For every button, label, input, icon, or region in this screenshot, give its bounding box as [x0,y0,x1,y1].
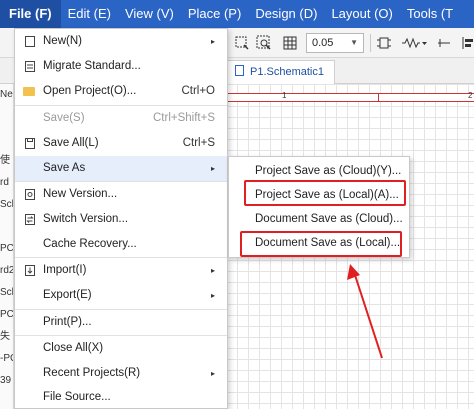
tab-schematic[interactable]: P1.Schematic1 [226,60,335,84]
menu-item-cache-recovery[interactable]: Cache Recovery... [15,232,227,257]
zoom-fit-icon[interactable] [234,35,250,51]
save-all-icon [23,137,36,150]
left-panel-fragment: 39 [0,375,12,386]
menu-edit[interactable]: Edit (E) [61,0,118,28]
align-icon[interactable] [460,35,474,51]
chevron-right-icon: ▸ [210,291,215,300]
menu-item-label: Open Project(O)... [43,85,137,97]
menu-item-recent-projects[interactable]: Recent Projects(R) ▸ [15,361,227,386]
new-icon [23,35,36,48]
new-version-icon [23,188,36,201]
menu-bar: File (F) Edit (E) View (V) Place (P) Des… [0,0,474,28]
pin-icon[interactable] [436,35,452,51]
file-menu-dropdown: New(N) ▸ Migrate Standard... Open Projec… [14,28,228,409]
menu-item-open-project[interactable]: Open Project(O)... Ctrl+O [15,79,227,104]
left-panel: Ne 使 rd Sch PC rd2 Sch PC 失 -PC 39 [0,84,14,409]
zoom-area-icon[interactable] [256,35,272,51]
left-panel-fragment [0,216,13,238]
switch-version-icon [23,213,36,226]
menu-item-label: Print(P)... [43,316,92,328]
menu-item-save-as[interactable]: Save As ▸ [15,156,227,181]
left-panel-fragment: PC [0,309,14,320]
menu-layout[interactable]: Layout (O) [324,0,399,28]
component-icon[interactable] [376,35,392,51]
menu-tools[interactable]: Tools (T [400,0,460,28]
resistor-icon[interactable] [402,35,428,51]
menu-item-new-version[interactable]: New Version... [15,182,227,207]
left-panel-fragment: 使 [0,155,10,166]
menu-item-save[interactable]: Save(S) Ctrl+Shift+S [15,106,227,131]
menu-item-label: Close All(X) [43,342,104,354]
menu-item-label: Switch Version... [43,213,129,225]
ruler-mark-2: 2 [468,91,473,100]
menu-item-label: New Version... [43,188,118,200]
menu-item-label: Save All(L) [43,137,99,149]
sheet-ruler: 1 2 [226,91,474,102]
chevron-down-icon: ▼ [350,38,358,47]
menu-item-label: File Source... [43,391,111,403]
document-icon [235,65,244,76]
menu-item-label: New(N) [43,35,82,47]
toolbar-divider [370,34,371,52]
left-panel-fragment: 失 [0,331,10,342]
menu-item-switch-version[interactable]: Switch Version... [15,207,227,232]
grid-icon[interactable] [282,35,298,51]
migrate-icon [23,60,36,73]
menu-item-shortcut: Ctrl+S [182,137,215,149]
left-panel-fragment: Ne [0,89,13,100]
left-panel-fragment: PC [0,243,14,254]
grid-size-value: 0.05 [312,37,334,49]
menu-view[interactable]: View (V) [118,0,181,28]
menu-file[interactable]: File (F) [0,0,61,28]
left-panel-fragment: -PC [0,353,13,364]
annotation-arrow-icon [347,264,383,359]
menu-item-migrate-standard[interactable]: Migrate Standard... [15,54,227,79]
menu-item-print[interactable]: Print(P)... [15,310,227,335]
menu-item-shortcut: Ctrl+O [181,85,215,97]
submenu-item-document-save-cloud[interactable]: Document Save as (Cloud)... [229,207,409,231]
tab-label: P1.Schematic1 [250,66,324,78]
menu-item-save-all[interactable]: Save All(L) Ctrl+S [15,131,227,156]
chevron-right-icon: ▸ [210,369,215,378]
left-panel-fragment: rd2 [0,265,14,276]
highlight-box-document-local [240,231,402,257]
import-icon [23,264,36,277]
menu-item-label: Import(I) [43,264,87,276]
left-panel-fragment: Sch [0,199,13,210]
menu-item-close-all[interactable]: Close All(X) [15,336,227,361]
left-panel-fragment: rd [0,177,9,188]
menu-item-export[interactable]: Export(E) ▸ [15,283,227,308]
menu-item-label: Migrate Standard... [43,60,141,72]
left-panel-fragment [0,128,13,150]
menu-design[interactable]: Design (D) [248,0,324,28]
menu-place[interactable]: Place (P) [181,0,248,28]
ruler-tick [378,94,379,102]
chevron-right-icon: ▸ [210,37,215,46]
left-panel-fragment: Sch [0,287,13,298]
highlight-box-project-local [244,180,406,206]
folder-icon [23,85,36,98]
grid-size-select[interactable]: 0.05 ▼ [306,33,364,53]
menu-item-new[interactable]: New(N) ▸ [15,29,227,54]
menu-item-shortcut: Ctrl+Shift+S [153,112,215,124]
menu-item-label: Export(E) [43,289,92,301]
menu-item-label: Save As [43,162,86,174]
left-panel-fragment [0,106,13,128]
menu-item-label: Recent Projects(R) [43,367,141,379]
chevron-right-icon: ▸ [210,266,215,275]
ruler-mark-1: 1 [282,91,287,100]
menu-item-import[interactable]: Import(I) ▸ [15,258,227,283]
chevron-right-icon: ▸ [210,164,215,173]
menu-item-label: Save(S) [43,112,85,124]
menu-item-file-source[interactable]: File Source... [15,385,227,409]
menu-item-label: Cache Recovery... [43,238,137,250]
